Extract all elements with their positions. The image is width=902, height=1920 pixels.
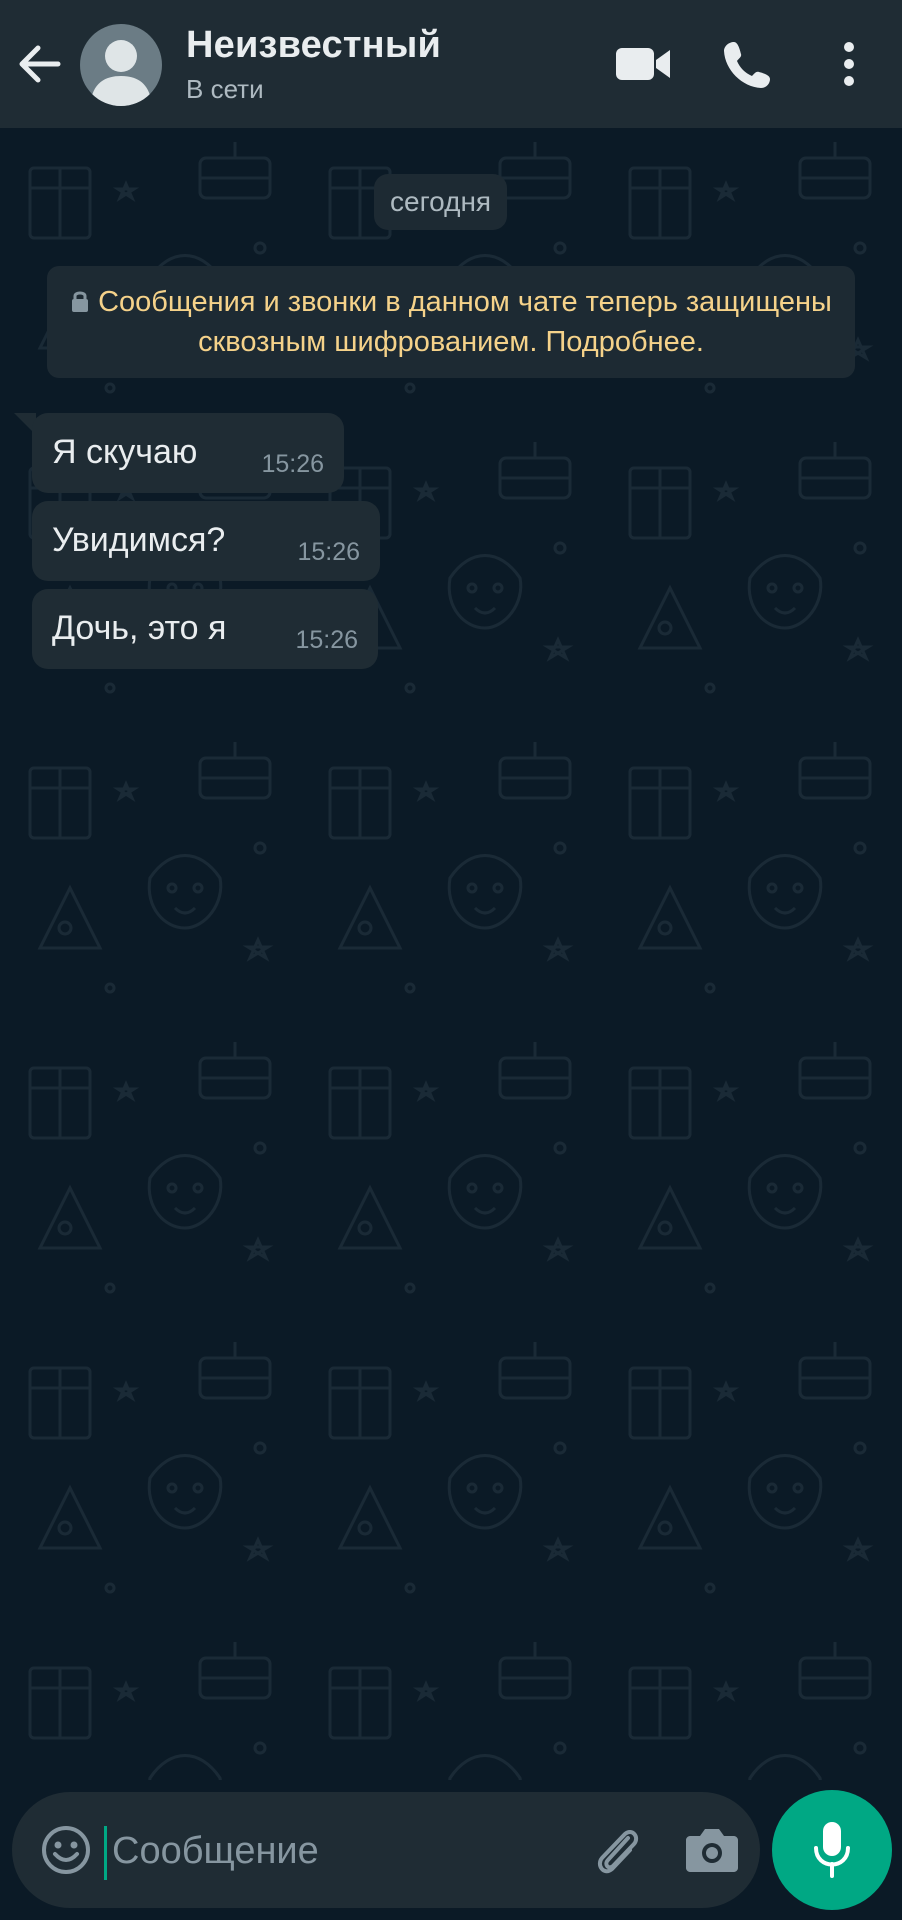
emoji-button[interactable] [40, 1824, 92, 1876]
phone-icon [724, 42, 770, 88]
date-chip: сегодня [374, 174, 508, 230]
message-input[interactable] [112, 1822, 472, 1880]
voice-message-button[interactable] [772, 1790, 892, 1910]
more-vert-icon [844, 42, 854, 86]
message-time: 15:26 [261, 450, 324, 478]
contact-name[interactable]: Неизвестный [186, 24, 441, 67]
more-options-button[interactable] [834, 38, 864, 90]
default-avatar-icon [90, 40, 152, 106]
video-call-button[interactable] [614, 38, 672, 90]
message-text: Увидимся? [52, 521, 226, 559]
message-bubble[interactable]: Я скучаю 15:26 [32, 413, 344, 493]
message-bubble[interactable]: Увидимся? 15:26 [32, 501, 380, 581]
back-arrow-icon [19, 45, 61, 83]
contact-status: В сети [186, 74, 264, 104]
attach-button[interactable] [588, 1822, 644, 1878]
camera-button[interactable] [684, 1822, 740, 1876]
encryption-notice[interactable]: Сообщения и звонки в данном чате теперь … [47, 266, 855, 378]
message-text: Дочь, это я [52, 609, 227, 647]
back-button[interactable] [16, 36, 64, 92]
video-call-icon [616, 48, 670, 80]
message-time: 15:26 [295, 626, 358, 654]
message-composer [12, 1792, 760, 1908]
message-time: 15:26 [297, 538, 360, 566]
message-bubble[interactable]: Дочь, это я 15:26 [32, 589, 378, 669]
attach-icon [597, 1830, 639, 1874]
encryption-notice-text: Сообщения и звонки в данном чате теперь … [98, 286, 832, 358]
avatar[interactable] [80, 24, 162, 106]
mic-icon [814, 1822, 850, 1878]
chat-header: Неизвестный В сети [0, 0, 902, 128]
message-text: Я скучаю [52, 433, 198, 471]
text-caret [104, 1826, 107, 1880]
lock-icon [72, 291, 89, 312]
camera-icon [686, 1829, 738, 1872]
voice-call-button[interactable] [722, 38, 772, 90]
emoji-icon [42, 1826, 90, 1874]
